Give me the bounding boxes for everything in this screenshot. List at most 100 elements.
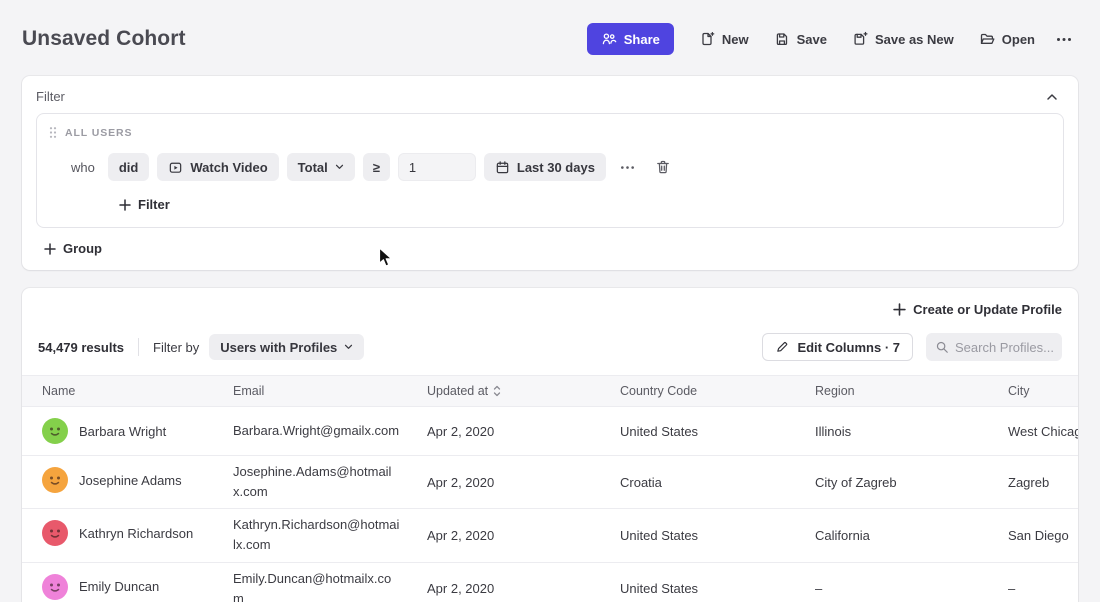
save-as-new-button[interactable]: Save as New <box>842 24 964 54</box>
create-row: Create or Update Profile <box>22 300 1078 323</box>
value-input[interactable] <box>398 153 476 181</box>
drag-handle-icon[interactable] <box>49 126 57 139</box>
profile-name: Barbara Wright <box>79 424 166 439</box>
column-label: Country Code <box>620 384 697 398</box>
profile-email-cell: Kathryn.Richardson@hotmailx.com <box>213 509 407 562</box>
profile-name-cell: Emily Duncan <box>22 563 213 602</box>
avatar-face-icon <box>42 574 68 600</box>
column-label: Name <box>42 384 75 398</box>
profile-updated-at-cell: Apr 2, 2020 <box>407 562 600 602</box>
add-group-button[interactable]: Group <box>44 241 102 256</box>
aggregation-dropdown[interactable]: Total <box>287 153 355 181</box>
condition-more-button[interactable] <box>614 160 641 175</box>
profile-email-cell: Barbara.Wright@gmailx.com <box>213 407 407 456</box>
chevron-up-icon <box>1046 93 1058 101</box>
filter-panel-title: Filter <box>36 89 65 104</box>
new-document-icon <box>699 31 715 47</box>
edit-columns-button[interactable]: Edit Columns · 7 <box>762 333 913 361</box>
profiles-filter-dropdown[interactable]: Users with Profiles <box>209 334 364 360</box>
profile-country-code-cell: Croatia <box>600 456 795 509</box>
add-filter-button[interactable]: Filter <box>119 197 170 212</box>
plus-icon <box>893 303 906 316</box>
save-as-new-label: Save as New <box>875 33 954 46</box>
avatar <box>42 418 68 444</box>
profile-updated-at-cell: Apr 2, 2020 <box>407 509 600 562</box>
save-button[interactable]: Save <box>764 24 837 54</box>
event-label: Watch Video <box>190 161 267 174</box>
new-label: New <box>722 33 749 46</box>
column-label: Region <box>815 384 855 398</box>
date-range-button[interactable]: Last 30 days <box>484 153 606 181</box>
page-title: Unsaved Cohort <box>22 27 186 51</box>
add-group-label: Group <box>63 241 102 256</box>
avatar <box>42 467 68 493</box>
aggregation-label: Total <box>298 161 328 174</box>
new-button[interactable]: New <box>689 24 759 54</box>
plus-icon <box>119 199 131 211</box>
did-toggle-button[interactable]: did <box>108 153 150 181</box>
open-label: Open <box>1002 33 1035 46</box>
profiles-toolbar: 54,479 results Filter by Users with Prof… <box>22 323 1078 375</box>
ellipsis-icon <box>1056 37 1072 42</box>
add-filter-label: Filter <box>138 197 170 212</box>
profile-updated-at-cell: Apr 2, 2020 <box>407 407 600 456</box>
results-count: 54,479 results <box>38 340 124 355</box>
column-header-country-code[interactable]: Country Code <box>600 376 795 407</box>
avatar <box>42 574 68 600</box>
event-select-button[interactable]: Watch Video <box>157 153 278 181</box>
column-header-updated-at[interactable]: Updated at <box>407 376 600 407</box>
profile-city-cell: – <box>988 562 1078 602</box>
profile-region-cell: – <box>795 562 988 602</box>
profile-city-cell: Zagreb <box>988 456 1078 509</box>
more-options-button[interactable] <box>1050 29 1078 50</box>
share-button[interactable]: Share <box>587 23 674 55</box>
pencil-icon <box>775 340 789 354</box>
operator-button[interactable]: ≥ <box>363 153 390 181</box>
folder-open-icon <box>979 31 995 47</box>
video-icon <box>168 160 183 175</box>
column-header-email[interactable]: Email <box>213 376 407 407</box>
avatar-face-icon <box>42 520 68 546</box>
collapse-filter-button[interactable] <box>1042 91 1062 103</box>
search-profiles-input[interactable] <box>955 340 1053 355</box>
table-row[interactable]: Emily DuncanEmily.Duncan@hotmailx.comApr… <box>22 562 1078 602</box>
filter-panel: Filter ALL USERS who did <box>22 76 1078 270</box>
search-profiles-box <box>926 333 1062 361</box>
filter-by-label: Filter by <box>153 340 199 355</box>
filter-group-header: ALL USERS <box>49 126 1051 139</box>
save-as-new-icon <box>852 31 868 47</box>
profile-name-cell: Josephine Adams <box>22 456 213 504</box>
table-row[interactable]: Kathryn RichardsonKathryn.Richardson@hot… <box>22 509 1078 562</box>
profiles-filter-value: Users with Profiles <box>220 341 337 354</box>
page-header: Unsaved Cohort Share <box>22 0 1078 76</box>
column-header-name[interactable]: Name <box>22 376 213 407</box>
profile-country-code-cell: United States <box>600 407 795 456</box>
profile-region-cell: California <box>795 509 988 562</box>
sort-icon <box>493 385 501 397</box>
avatar <box>42 520 68 546</box>
table-row[interactable]: Barbara Wright Barbara.Wright@gmailx.comA… <box>22 407 1078 456</box>
search-icon <box>935 340 949 354</box>
profile-region-cell: Illinois <box>795 407 988 456</box>
filter-group-title: ALL USERS <box>65 127 132 139</box>
profile-name-cell: Barbara Wright <box>22 407 213 455</box>
table-row[interactable]: Josephine AdamsJosephine.Adams@hotmailx.… <box>22 456 1078 509</box>
chevron-down-icon <box>344 344 353 350</box>
create-or-update-profile-button[interactable]: Create or Update Profile <box>893 302 1062 317</box>
profile-country-code-cell: United States <box>600 509 795 562</box>
page: Unsaved Cohort Share <box>0 0 1100 602</box>
profile-name: Josephine Adams <box>79 473 182 488</box>
share-label: Share <box>624 33 660 46</box>
profile-updated-at-cell: Apr 2, 2020 <box>407 456 600 509</box>
trash-icon <box>655 159 671 175</box>
column-header-region[interactable]: Region <box>795 376 988 407</box>
column-label: City <box>1008 384 1030 398</box>
edit-columns-label: Edit Columns · 7 <box>797 340 900 355</box>
filter-group: ALL USERS who did Watch Video Total <box>36 113 1064 228</box>
date-range-label: Last 30 days <box>517 161 595 174</box>
delete-condition-button[interactable] <box>649 154 677 180</box>
column-label: Email <box>233 384 264 398</box>
open-button[interactable]: Open <box>969 24 1045 54</box>
column-header-city[interactable]: City <box>988 376 1078 407</box>
share-icon <box>601 31 617 47</box>
